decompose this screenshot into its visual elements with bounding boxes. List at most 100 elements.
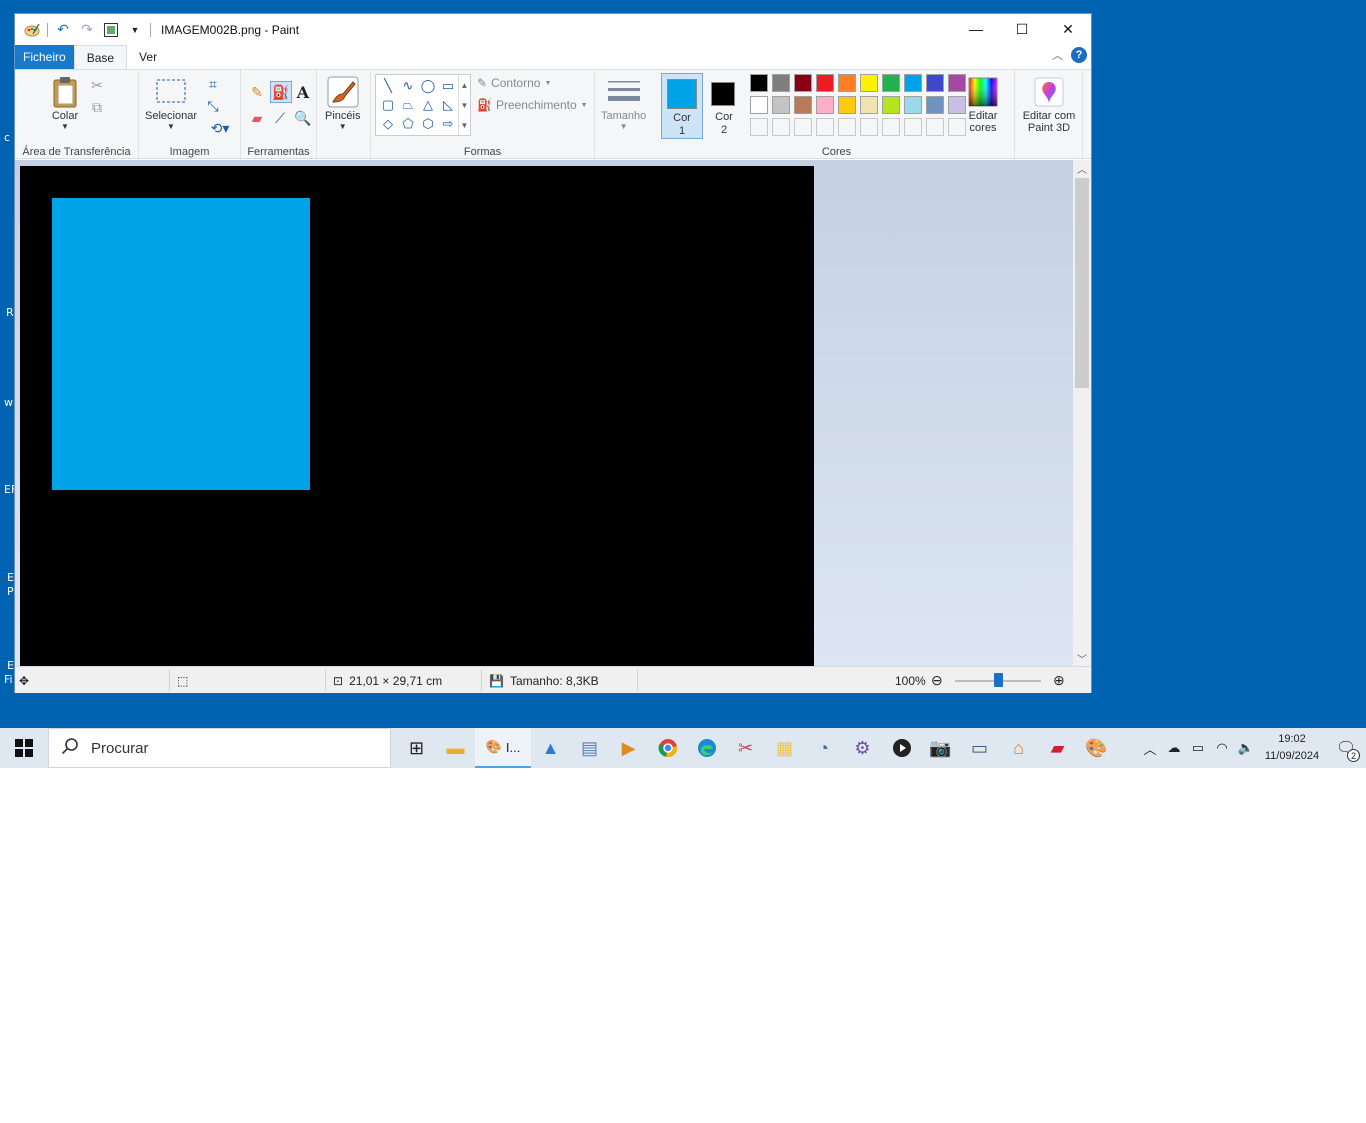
qat-customize-icon[interactable]: ▼ (126, 21, 144, 39)
desktop-icon-label[interactable]: c (4, 131, 10, 144)
wifi-icon[interactable]: ◠ (1210, 728, 1234, 768)
edit-with-paint3d-button[interactable]: Editar com Paint 3D (1017, 76, 1081, 134)
video-player-icon[interactable] (882, 728, 921, 768)
palette-color-swatch[interactable] (838, 118, 856, 136)
palette-color-swatch[interactable] (926, 74, 944, 92)
taskbar-search-box[interactable]: Procurar (48, 728, 391, 768)
palette-color-swatch[interactable] (816, 74, 834, 92)
app-icon-blue-swirl[interactable]: ◔ (804, 728, 843, 768)
curve-shape-icon[interactable]: ∿ (398, 77, 418, 95)
palette-color-swatch[interactable] (882, 118, 900, 136)
palette-color-swatch[interactable] (904, 96, 922, 114)
onedrive-icon[interactable]: ☁ (1162, 728, 1186, 768)
text-icon[interactable]: A (293, 82, 313, 102)
palette-color-swatch[interactable] (772, 118, 790, 136)
volume-icon[interactable]: 🔈 (1234, 728, 1258, 768)
drawing-canvas[interactable] (20, 166, 814, 666)
tab-view[interactable]: Ver (127, 45, 169, 69)
vertical-scrollbar[interactable]: ︿ ﹀ (1073, 160, 1091, 666)
file-explorer-icon[interactable]: ▬ (436, 728, 475, 768)
scrollbar-thumb[interactable] (1075, 178, 1089, 388)
cut-icon[interactable]: ✂ (87, 75, 107, 95)
palette-color-swatch[interactable] (816, 96, 834, 114)
desktop-icon-label[interactable]: E (7, 659, 14, 672)
rectangle-shape-icon[interactable]: ▭ (438, 77, 458, 95)
scanner-icon[interactable]: ▭ (960, 728, 999, 768)
color-picker-icon[interactable]: ⟋ (270, 108, 290, 128)
palette-color-swatch[interactable] (750, 96, 768, 114)
edge-icon[interactable] (687, 728, 726, 768)
notes-icon[interactable]: ▦ (765, 728, 804, 768)
scroll-up-icon[interactable]: ︿ (1073, 160, 1091, 176)
document-viewer-icon[interactable]: ▤ (570, 728, 609, 768)
color2-button[interactable]: Cor 2 (705, 73, 743, 139)
media-player-icon[interactable]: ▶ (609, 728, 648, 768)
app-icon-tools[interactable]: ⚙ (843, 728, 882, 768)
palette-color-swatch[interactable] (926, 118, 944, 136)
undo-icon[interactable]: ↶ (54, 21, 72, 39)
palette-color-swatch[interactable] (750, 74, 768, 92)
photos-icon[interactable]: ▲ (531, 728, 570, 768)
zoom-in-icon[interactable]: ⊕ (1053, 667, 1065, 694)
notification-center-icon[interactable]: 🗨 2 (1326, 728, 1366, 768)
task-view-icon[interactable]: ⊞ (397, 728, 436, 768)
taskbar-paint-app[interactable]: 🎨 I... (475, 728, 531, 768)
close-icon[interactable]: ✕ (1045, 14, 1091, 44)
crop-icon[interactable]: ⌗ (203, 74, 223, 94)
diamond-shape-icon[interactable]: ◇ (378, 115, 398, 133)
start-button[interactable] (0, 728, 48, 768)
palette-color-swatch[interactable] (794, 118, 812, 136)
palette-color-swatch[interactable] (904, 74, 922, 92)
palette-color-swatch[interactable] (838, 74, 856, 92)
palette-color-swatch[interactable] (882, 96, 900, 114)
desktop-icon-label[interactable]: w (4, 396, 13, 409)
palette-color-swatch[interactable] (948, 74, 966, 92)
palette-color-swatch[interactable] (838, 96, 856, 114)
palette-color-swatch[interactable] (794, 96, 812, 114)
copy-icon[interactable]: ⧉ (87, 97, 107, 117)
tab-file[interactable]: Ficheiro (15, 45, 74, 69)
rounded-rectangle-shape-icon[interactable]: ▢ (378, 96, 398, 114)
desktop-icon-label[interactable]: P (7, 585, 14, 598)
help-icon[interactable]: ? (1071, 47, 1087, 63)
camera-icon[interactable]: 📷 (921, 728, 960, 768)
palette-color-swatch[interactable] (948, 118, 966, 136)
palette-color-swatch[interactable] (860, 74, 878, 92)
battery-icon[interactable]: ▭ (1186, 728, 1210, 768)
pdf-reader-icon[interactable]: ▰ (1038, 728, 1077, 768)
desktop-icon-label[interactable]: Fi (4, 673, 13, 686)
palette-color-swatch[interactable] (882, 74, 900, 92)
taskbar-clock[interactable]: 19:02 11/09/2024 (1258, 731, 1326, 765)
polygon-shape-icon[interactable]: ⏢ (398, 96, 418, 114)
palette-color-swatch[interactable] (904, 118, 922, 136)
paste-button[interactable]: Colar ▼ (49, 76, 81, 131)
magnifier-icon[interactable]: 🔍 (293, 108, 313, 128)
tab-home[interactable]: Base (73, 45, 128, 69)
right-triangle-shape-icon[interactable]: ◺ (438, 96, 458, 114)
app-icon-palette[interactable]: 🎨 (1077, 728, 1116, 768)
paint-app-icon[interactable] (23, 21, 41, 39)
select-button[interactable]: Selecionar ▼ (145, 76, 197, 131)
redo-icon[interactable]: ↷ (78, 21, 96, 39)
palette-color-swatch[interactable] (794, 74, 812, 92)
shapes-gallery-scroll[interactable]: ▲ ▼ ▼ (458, 75, 470, 135)
edit-colors-button[interactable]: Editar cores (967, 76, 999, 134)
app-icon-orange-house[interactable]: ⌂ (999, 728, 1038, 768)
zoom-out-icon[interactable]: ⊖ (931, 667, 943, 694)
maximize-icon[interactable]: ☐ (999, 14, 1045, 44)
fill-icon[interactable]: ⛽ (270, 81, 292, 103)
minimize-icon[interactable]: — (953, 14, 999, 44)
show-hidden-icons-icon[interactable]: ︿ (1138, 728, 1162, 768)
pentagon-shape-icon[interactable]: ⬠ (398, 115, 418, 133)
scroll-down-icon[interactable]: ﹀ (1073, 650, 1091, 666)
rotate-icon[interactable]: ⟲▾ (205, 118, 235, 138)
snipping-tool-icon[interactable]: ✂ (726, 728, 765, 768)
palette-color-swatch[interactable] (926, 96, 944, 114)
chrome-icon[interactable] (648, 728, 687, 768)
size-button[interactable]: Tamanho ▼ (601, 76, 646, 131)
palette-color-swatch[interactable] (772, 74, 790, 92)
desktop-icon-label[interactable]: R (6, 306, 14, 319)
fill-button[interactable]: ⛽ Preenchimento ▼ (477, 98, 588, 112)
pencil-icon[interactable]: ✎ (247, 82, 267, 102)
palette-color-swatch[interactable] (860, 96, 878, 114)
